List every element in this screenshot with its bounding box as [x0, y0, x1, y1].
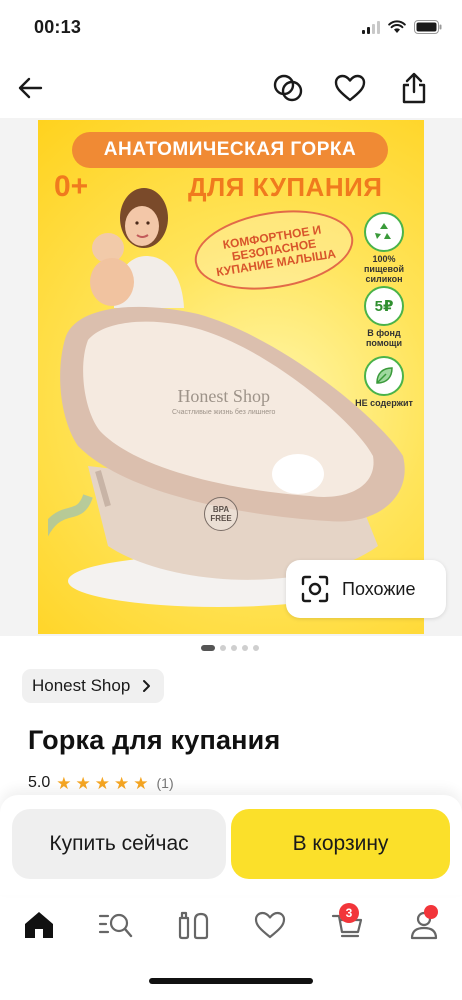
share-button[interactable] — [394, 68, 434, 108]
badge-silicone-label: 100% пищевой силикон — [363, 254, 404, 284]
home-indicator — [149, 978, 313, 984]
pager-dot[interactable] — [220, 645, 226, 651]
back-button[interactable] — [10, 68, 50, 108]
recycle-icon — [364, 212, 404, 252]
product-image: АНАТОМИЧЕСКАЯ ГОРКА 0+ ДЛЯ КУПАНИЯ КОМФО… — [38, 120, 424, 634]
tab-home[interactable] — [0, 895, 77, 955]
star-icon: ★ — [133, 773, 149, 793]
similar-label: Похожие — [342, 578, 416, 599]
tab-favorites[interactable] — [231, 895, 308, 955]
rating-score: 5.0 — [28, 774, 51, 791]
image-pager — [201, 645, 259, 651]
shop-name: Honest Shop — [32, 676, 131, 695]
product-rating[interactable]: 5.0 ★ ★ ★ ★ ★ (1) — [28, 774, 174, 792]
pager-dot[interactable] — [201, 645, 215, 651]
favorites-icon — [254, 911, 285, 939]
pager-dot[interactable] — [231, 645, 237, 651]
watermark-tagline: Счастливые жизнь без лишнего — [172, 409, 276, 416]
cellular-signal-icon — [362, 20, 380, 34]
top-nav — [0, 62, 462, 114]
chevron-right-icon — [143, 680, 151, 692]
cart-badge: 3 — [339, 903, 359, 923]
compare-button[interactable] — [268, 68, 308, 108]
favorite-button[interactable] — [330, 68, 370, 108]
back-arrow-icon — [18, 77, 43, 99]
tab-products[interactable] — [154, 895, 231, 955]
battery-icon — [414, 20, 442, 34]
add-to-cart-button[interactable]: В корзину — [231, 809, 450, 879]
catalog-search-icon — [98, 913, 132, 938]
watermark: Honest Shop Счастливые жизнь без лишнего — [172, 386, 275, 416]
star-icon: ★ — [94, 773, 110, 793]
compare-icon — [273, 74, 303, 102]
buy-now-button[interactable]: Купить сейчас — [12, 809, 226, 879]
product-title: Горка для купания — [28, 725, 281, 755]
bpa-free-badge: BPA FREE — [204, 497, 238, 531]
share-icon — [402, 72, 426, 104]
star-icon: ★ — [75, 773, 91, 793]
status-icons — [362, 20, 442, 34]
heart-icon — [334, 74, 366, 102]
visual-search-icon — [301, 575, 329, 603]
similar-button[interactable]: Похожие — [286, 560, 446, 618]
product-image-carousel[interactable]: АНАТОМИЧЕСКАЯ ГОРКА 0+ ДЛЯ КУПАНИЯ КОМФО… — [0, 118, 462, 636]
status-bar: 00:13 — [0, 0, 462, 56]
bottom-tab-bar: 3 — [0, 895, 462, 955]
promo-title: АНАТОМИЧЕСКАЯ ГОРКА — [72, 132, 388, 168]
shop-link[interactable]: Honest Shop — [22, 669, 165, 703]
tab-catalog[interactable] — [77, 895, 154, 955]
buy-panel: Купить сейчас В корзину — [0, 795, 462, 895]
watermark-name: Honest Shop — [177, 386, 270, 406]
profile-notification-dot — [424, 905, 438, 919]
tab-profile[interactable] — [385, 895, 462, 955]
reviews-count: (1) — [156, 775, 174, 791]
tab-cart[interactable]: 3 — [308, 895, 385, 955]
home-icon — [24, 912, 53, 938]
mother-baby-photo — [90, 188, 184, 308]
status-time: 00:13 — [34, 17, 82, 37]
products-icon — [178, 911, 208, 940]
pager-dot[interactable] — [242, 645, 248, 651]
star-icon: ★ — [56, 773, 72, 793]
pager-dot[interactable] — [253, 645, 259, 651]
promo-subtitle: ДЛЯ КУПАНИЯ — [188, 172, 383, 202]
star-icon: ★ — [114, 773, 130, 793]
promo-oval-text: КОМФОРТНОЕ И БЕЗОПАСНОЕ КУПАНИЕ МАЛЫША — [189, 199, 359, 301]
wifi-icon — [388, 20, 406, 33]
